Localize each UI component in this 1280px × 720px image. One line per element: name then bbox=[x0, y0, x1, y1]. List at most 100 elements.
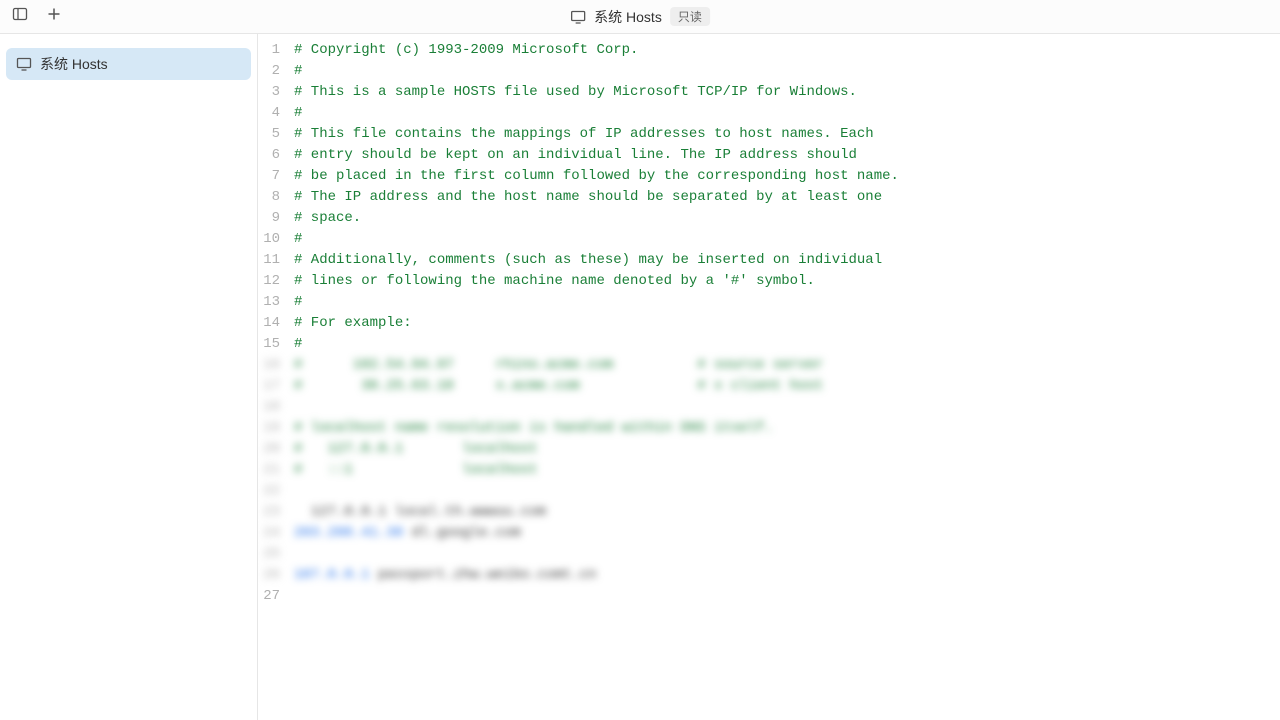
code-content[interactable]: # 127.0.0.1 localhost bbox=[292, 439, 1280, 460]
line-number: 23 bbox=[258, 502, 292, 523]
code-line[interactable]: 17# 38.25.63.10 x.acme.com # x client ho… bbox=[258, 376, 1280, 397]
code-line[interactable]: 11# Additionally, comments (such as thes… bbox=[258, 250, 1280, 271]
code-content[interactable]: # entry should be kept on an individual … bbox=[292, 145, 1280, 166]
code-line[interactable]: 16# 102.54.94.97 rhino.acme.com # source… bbox=[258, 355, 1280, 376]
code-line[interactable]: 22 bbox=[258, 481, 1280, 502]
code-line[interactable]: 1# Copyright (c) 1993-2009 Microsoft Cor… bbox=[258, 40, 1280, 61]
line-number: 5 bbox=[258, 124, 292, 145]
code-line[interactable]: 19# localhost name resolution is handled… bbox=[258, 418, 1280, 439]
code-line[interactable]: 7# be placed in the first column followe… bbox=[258, 166, 1280, 187]
line-number: 21 bbox=[258, 460, 292, 481]
code-content[interactable]: # The IP address and the host name shoul… bbox=[292, 187, 1280, 208]
code-line[interactable]: 8# The IP address and the host name shou… bbox=[258, 187, 1280, 208]
code-line[interactable]: 26107.0.0.1 passport.zhw.weibo.comt.cn bbox=[258, 565, 1280, 586]
code-line[interactable]: 20# 127.0.0.1 localhost bbox=[258, 439, 1280, 460]
line-number: 25 bbox=[258, 544, 292, 565]
code-content[interactable]: # 38.25.63.10 x.acme.com # x client host bbox=[292, 376, 1280, 397]
code-content[interactable]: # be placed in the first column followed… bbox=[292, 166, 1280, 187]
line-number: 13 bbox=[258, 292, 292, 313]
code-content[interactable]: 107.0.0.1 passport.zhw.weibo.comt.cn bbox=[292, 565, 1280, 586]
code-line[interactable]: 10# bbox=[258, 229, 1280, 250]
code-token: # entry should be kept on an individual … bbox=[294, 147, 857, 163]
window-title: 系统 Hosts bbox=[594, 7, 662, 27]
toggle-sidebar-button[interactable] bbox=[8, 5, 32, 29]
code-line[interactable]: 5# This file contains the mappings of IP… bbox=[258, 124, 1280, 145]
code-line[interactable]: 4# bbox=[258, 103, 1280, 124]
code-line[interactable]: 24203.208.41.38 dl.google.com bbox=[258, 523, 1280, 544]
line-number: 11 bbox=[258, 250, 292, 271]
code-line[interactable]: 6# entry should be kept on an individual… bbox=[258, 145, 1280, 166]
code-line[interactable]: 15# bbox=[258, 334, 1280, 355]
code-content[interactable]: # lines or following the machine name de… bbox=[292, 271, 1280, 292]
code-line[interactable]: 2# bbox=[258, 61, 1280, 82]
display-icon bbox=[16, 56, 32, 72]
code-line[interactable]: 27 bbox=[258, 586, 1280, 607]
new-button[interactable] bbox=[42, 5, 66, 29]
toolbar-left bbox=[8, 5, 66, 29]
code-token: # 38.25.63.10 x.acme.com # x client host bbox=[294, 378, 823, 394]
code-line[interactable]: 12# lines or following the machine name … bbox=[258, 271, 1280, 292]
code-token: dl.google.com bbox=[403, 525, 521, 541]
code-content[interactable]: # bbox=[292, 229, 1280, 250]
code-content[interactable]: 127.0.0.1 local.th.wwwuu.com bbox=[292, 502, 1280, 523]
code-token: # Copyright (c) 1993-2009 Microsoft Corp… bbox=[294, 42, 638, 58]
code-content[interactable]: # This file contains the mappings of IP … bbox=[292, 124, 1280, 145]
code-token: # The IP address and the host name shoul… bbox=[294, 189, 882, 205]
code-token: # 127.0.0.1 localhost bbox=[294, 441, 538, 457]
line-number: 17 bbox=[258, 376, 292, 397]
line-number: 8 bbox=[258, 187, 292, 208]
toolbar-title-group: 系统 Hosts 只读 bbox=[570, 7, 710, 27]
line-number: 16 bbox=[258, 355, 292, 376]
code-content[interactable]: # Copyright (c) 1993-2009 Microsoft Corp… bbox=[292, 40, 1280, 61]
code-content[interactable]: 203.208.41.38 dl.google.com bbox=[292, 523, 1280, 544]
code-content[interactable]: # bbox=[292, 61, 1280, 82]
code-line[interactable]: 21# ::1 localhost bbox=[258, 460, 1280, 481]
code-token: passport.zhw.weibo.comt.cn bbox=[370, 567, 597, 583]
code-content[interactable]: # bbox=[292, 103, 1280, 124]
code-content[interactable]: # ::1 localhost bbox=[292, 460, 1280, 481]
code-line[interactable]: 9# space. bbox=[258, 208, 1280, 229]
line-number: 27 bbox=[258, 586, 292, 607]
code-token: # bbox=[294, 105, 302, 121]
code-content[interactable]: # bbox=[292, 334, 1280, 355]
code-line[interactable]: 23 127.0.0.1 local.th.wwwuu.com bbox=[258, 502, 1280, 523]
toolbar: 系统 Hosts 只读 bbox=[0, 0, 1280, 34]
sidebar-toggle-icon bbox=[12, 6, 28, 27]
code-token: # be placed in the first column followed… bbox=[294, 168, 899, 184]
code-token: # bbox=[294, 231, 302, 247]
line-number: 7 bbox=[258, 166, 292, 187]
code-token: 203.208.41.38 bbox=[294, 525, 403, 541]
line-number: 26 bbox=[258, 565, 292, 586]
line-number: 4 bbox=[258, 103, 292, 124]
code-content[interactable]: # localhost name resolution is handled w… bbox=[292, 418, 1280, 439]
code-line[interactable]: 25 bbox=[258, 544, 1280, 565]
code-line[interactable]: 14# For example: bbox=[258, 313, 1280, 334]
editor[interactable]: 1# Copyright (c) 1993-2009 Microsoft Cor… bbox=[258, 34, 1280, 720]
code-content[interactable]: # This is a sample HOSTS file used by Mi… bbox=[292, 82, 1280, 103]
code-line[interactable]: 3# This is a sample HOSTS file used by M… bbox=[258, 82, 1280, 103]
code-line[interactable]: 18 bbox=[258, 397, 1280, 418]
code-token: # ::1 localhost bbox=[294, 462, 538, 478]
code-token: # bbox=[294, 336, 302, 352]
code-token: # space. bbox=[294, 210, 361, 226]
code-content[interactable]: # space. bbox=[292, 208, 1280, 229]
sidebar-item-system-hosts[interactable]: 系统 Hosts bbox=[6, 48, 251, 80]
code-token: # localhost name resolution is handled w… bbox=[294, 420, 773, 436]
line-number: 6 bbox=[258, 145, 292, 166]
code-content[interactable]: # Additionally, comments (such as these)… bbox=[292, 250, 1280, 271]
code-token: # lines or following the machine name de… bbox=[294, 273, 815, 289]
line-number: 3 bbox=[258, 82, 292, 103]
code-line[interactable]: 13# bbox=[258, 292, 1280, 313]
line-number: 1 bbox=[258, 40, 292, 61]
code-token: # bbox=[294, 294, 302, 310]
code-token: # Additionally, comments (such as these)… bbox=[294, 252, 882, 268]
line-number: 22 bbox=[258, 481, 292, 502]
line-number: 18 bbox=[258, 397, 292, 418]
code-content[interactable]: # For example: bbox=[292, 313, 1280, 334]
code-token: # This file contains the mappings of IP … bbox=[294, 126, 874, 142]
body: 系统 Hosts 1# Copyright (c) 1993-2009 Micr… bbox=[0, 34, 1280, 720]
code-content[interactable]: # bbox=[292, 292, 1280, 313]
readonly-badge: 只读 bbox=[670, 7, 710, 26]
code-token: 107.0.0.1 bbox=[294, 567, 370, 583]
code-content[interactable]: # 102.54.94.97 rhino.acme.com # source s… bbox=[292, 355, 1280, 376]
